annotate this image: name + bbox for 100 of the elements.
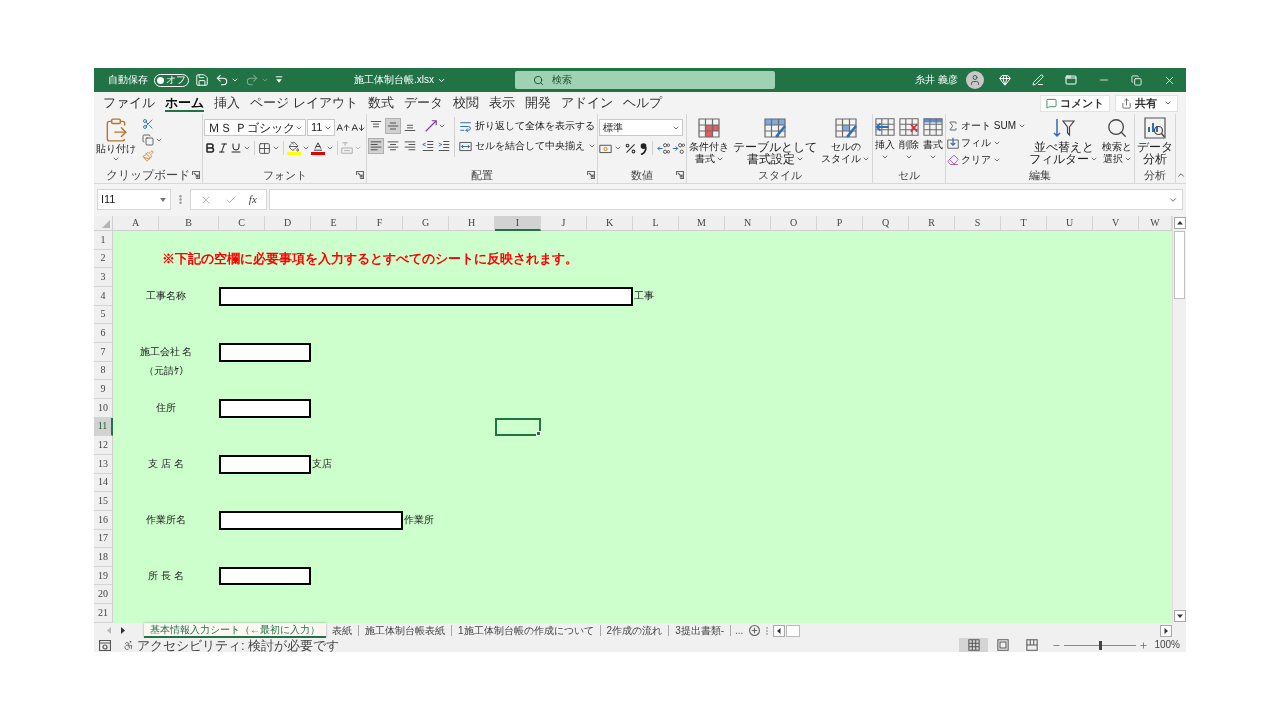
font-name-select[interactable]: ＭＳ Ｐゴシック: [204, 119, 306, 136]
zoom-slider-thumb[interactable]: [1098, 640, 1102, 650]
row-header[interactable]: 21: [94, 604, 113, 623]
align-left-button[interactable]: [368, 138, 384, 154]
font-color-icon[interactable]: [311, 141, 325, 155]
column-header[interactable]: S: [955, 216, 1001, 231]
wrap-text-button[interactable]: 折り返して全体を表示する: [459, 118, 596, 134]
delete-cells-button[interactable]: 削除: [898, 117, 920, 161]
number-format-select[interactable]: 標準: [599, 119, 683, 136]
column-header[interactable]: U: [1047, 216, 1093, 231]
column-header[interactable]: P: [817, 216, 863, 231]
row-header[interactable]: 9: [94, 380, 113, 399]
accessibility-button[interactable]: アクセシビリティ: 検討が必要です: [123, 638, 340, 652]
caret-icon[interactable]: [272, 144, 280, 152]
caret-icon[interactable]: [243, 144, 251, 152]
merge-center-button[interactable]: セルを結合して中央揃え: [459, 138, 596, 154]
italic-icon[interactable]: [217, 142, 229, 154]
sheet-tab[interactable]: 表紙: [326, 625, 359, 636]
caret-icon[interactable]: [326, 144, 334, 152]
restore-icon[interactable]: [1131, 74, 1142, 86]
menu-tab[interactable]: ページ レイアウト: [250, 94, 358, 112]
diagonal-arrow-icon[interactable]: [425, 120, 437, 132]
column-header[interactable]: K: [587, 216, 633, 231]
right-arrow-icon[interactable]: [1160, 624, 1172, 637]
fill-handle-icon[interactable]: [536, 431, 541, 437]
clear-button[interactable]: クリア: [947, 152, 1026, 167]
dialog-launcher-icon[interactable]: [192, 171, 200, 179]
column-header[interactable]: O: [771, 216, 817, 231]
sheet-tab[interactable]: 2作成の流れ: [600, 625, 670, 636]
column-header[interactable]: I: [495, 216, 541, 231]
column-header[interactable]: W: [1139, 216, 1172, 231]
collapse-ribbon-icon[interactable]: [1176, 170, 1186, 180]
format-as-table-button[interactable]: テーブルとして 書式設定: [732, 117, 818, 165]
zoom-level[interactable]: 100%: [1154, 640, 1180, 650]
menu-tab[interactable]: ファイル: [103, 94, 155, 112]
cell-styles-button[interactable]: セルの スタイル: [820, 117, 871, 165]
diamond-icon[interactable]: [998, 74, 1011, 86]
column-header[interactable]: G: [403, 216, 449, 231]
pen-icon[interactable]: [1031, 74, 1044, 86]
indent-decrease-icon[interactable]: [422, 140, 434, 152]
menu-tab[interactable]: 表示: [488, 94, 515, 112]
caret-icon[interactable]: [795, 155, 804, 163]
menu-tab[interactable]: アドイン: [560, 94, 613, 112]
indent-increase-icon[interactable]: [438, 140, 450, 152]
caret-icon[interactable]: [862, 155, 870, 163]
scrollbar-thumb[interactable]: [1174, 231, 1185, 299]
menu-tab[interactable]: データ: [403, 94, 443, 112]
decrease-decimal-icon[interactable]: [672, 141, 685, 155]
menu-tab[interactable]: ホーム: [165, 94, 204, 112]
scrollbar-thumb[interactable]: [786, 624, 801, 637]
caret-icon[interactable]: [112, 155, 120, 163]
caret-icon[interactable]: [1164, 99, 1172, 107]
fill-color-icon[interactable]: [287, 141, 301, 155]
column-header[interactable]: V: [1093, 216, 1139, 231]
menu-tab[interactable]: ヘルプ: [622, 94, 662, 112]
insert-function-button[interactable]: fx: [248, 194, 257, 205]
caret-icon[interactable]: [155, 136, 163, 144]
column-header[interactable]: T: [1001, 216, 1047, 231]
borders-icon[interactable]: [258, 141, 271, 155]
font-size-select[interactable]: 11: [307, 119, 335, 136]
name-box[interactable]: I11: [97, 189, 171, 210]
dialog-launcher-icon[interactable]: [676, 171, 684, 179]
more-sheets-button[interactable]: ...: [731, 623, 748, 638]
column-header[interactable]: N: [725, 216, 771, 231]
caret-icon[interactable]: [588, 142, 596, 150]
user-name[interactable]: 糸井 義彦: [915, 75, 958, 85]
file-name[interactable]: 施工体制台帳.xlsx: [354, 75, 434, 85]
column-header[interactable]: E: [311, 216, 357, 231]
dialog-launcher-icon[interactable]: [356, 171, 364, 179]
bold-icon[interactable]: [204, 142, 216, 154]
caret-icon[interactable]: [929, 153, 937, 161]
caret-icon[interactable]: [881, 153, 889, 161]
data-analysis-button[interactable]: データ 分析: [1136, 117, 1174, 165]
menu-tab[interactable]: 校閲: [452, 94, 479, 112]
undo-icon[interactable]: [215, 73, 229, 87]
column-header[interactable]: Q: [863, 216, 909, 231]
autosum-button[interactable]: オート SUM: [947, 118, 1026, 133]
caret-icon[interactable]: [715, 155, 724, 163]
caret-icon[interactable]: [905, 153, 913, 161]
scissors-icon[interactable]: [142, 118, 154, 130]
caret-icon[interactable]: [614, 144, 622, 152]
selected-cell[interactable]: [495, 417, 541, 437]
next-sheet-icon[interactable]: [121, 627, 125, 634]
row-header[interactable]: 3: [94, 268, 113, 287]
window-icon[interactable]: [1064, 74, 1077, 86]
column-header[interactable]: C: [219, 216, 265, 231]
save-icon[interactable]: [195, 73, 209, 87]
row-header[interactable]: 15: [94, 492, 113, 511]
column-header[interactable]: B: [159, 216, 219, 231]
conditional-format-button[interactable]: 条件付き 書式: [688, 117, 730, 165]
search-field[interactable]: 検索: [515, 71, 775, 89]
increase-decimal-icon[interactable]: [657, 141, 670, 155]
column-header[interactable]: J: [541, 216, 587, 231]
copy-icon[interactable]: [142, 134, 154, 146]
caret-icon[interactable]: [160, 197, 166, 202]
dialog-launcher-icon[interactable]: [587, 171, 595, 179]
menu-tab[interactable]: 開発: [524, 94, 551, 112]
column-header[interactable]: R: [909, 216, 955, 231]
sheet-tab[interactable]: 基本情報入力シート（←最初に入力）: [144, 623, 326, 638]
fill-button[interactable]: フィル: [947, 135, 1026, 150]
